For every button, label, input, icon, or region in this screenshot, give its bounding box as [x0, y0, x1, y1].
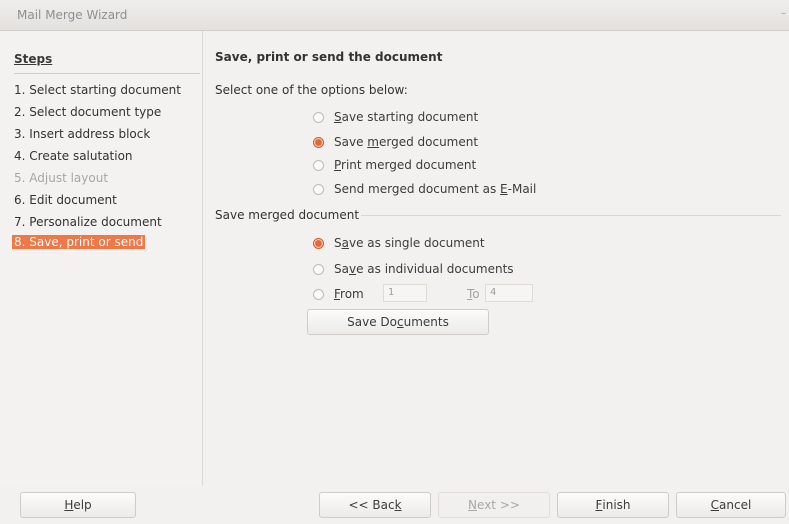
- window-title: Mail Merge Wizard: [17, 8, 128, 22]
- steps-divider: [14, 73, 200, 74]
- cancel-button[interactable]: Cancel: [676, 492, 786, 518]
- radio-button-checked[interactable]: [313, 237, 324, 249]
- steps-heading: Steps: [14, 52, 53, 66]
- options-label: Select one of the options below:: [215, 83, 408, 97]
- to-label: To: [467, 287, 480, 301]
- radio-save-single[interactable]: Save as single document: [313, 236, 485, 250]
- radio-send-email[interactable]: Send merged document as E-Mail: [313, 182, 536, 196]
- radio-save-starting[interactable]: Save starting document: [313, 110, 478, 124]
- finish-button[interactable]: Finish: [557, 492, 669, 518]
- radio-print-merged[interactable]: Print merged document: [313, 158, 476, 172]
- close-icon[interactable]: –: [781, 8, 787, 19]
- step-1[interactable]: 1. Select starting document: [14, 83, 181, 97]
- steps-sidebar: Steps 1. Select starting document 2. Sel…: [0, 31, 203, 486]
- radio-button[interactable]: [313, 159, 324, 171]
- radio-save-individual[interactable]: Save as individual documents: [313, 262, 514, 276]
- back-button[interactable]: << Bac k: [319, 492, 431, 518]
- step-6[interactable]: 6. Edit document: [14, 193, 117, 207]
- save-section-label: Save merged document: [215, 208, 360, 222]
- dialog-footer: Help << Bac k Next >> Finish Cancel: [0, 486, 789, 524]
- section-divider: [361, 215, 781, 216]
- step-2[interactable]: 2. Select document type: [14, 105, 161, 119]
- step-7[interactable]: 7. Personalize document: [14, 215, 162, 229]
- radio-button[interactable]: [313, 288, 324, 300]
- radio-save-merged[interactable]: Save merged document: [313, 135, 478, 149]
- step-8-current[interactable]: 8. Save, print or send: [12, 235, 146, 249]
- radio-button[interactable]: [313, 263, 324, 275]
- radio-from-range[interactable]: From: [313, 287, 364, 301]
- window-titlebar: Mail Merge Wizard –: [0, 0, 789, 31]
- step-3[interactable]: 3. Insert address block: [14, 127, 150, 141]
- from-input[interactable]: 1: [383, 284, 427, 302]
- save-documents-button[interactable]: Save Do c uments: [307, 309, 489, 335]
- help-button[interactable]: Help: [20, 492, 136, 518]
- to-input[interactable]: 4: [485, 284, 533, 302]
- radio-button-checked[interactable]: [313, 136, 324, 148]
- radio-button[interactable]: [313, 183, 324, 195]
- page-title: Save, print or send the document: [215, 50, 443, 64]
- radio-button[interactable]: [313, 111, 324, 123]
- step-4[interactable]: 4. Create salutation: [14, 149, 133, 163]
- step-5: 5. Adjust layout: [14, 171, 109, 185]
- main-panel: Save, print or send the document Select …: [203, 31, 789, 486]
- next-button: Next >>: [438, 492, 550, 518]
